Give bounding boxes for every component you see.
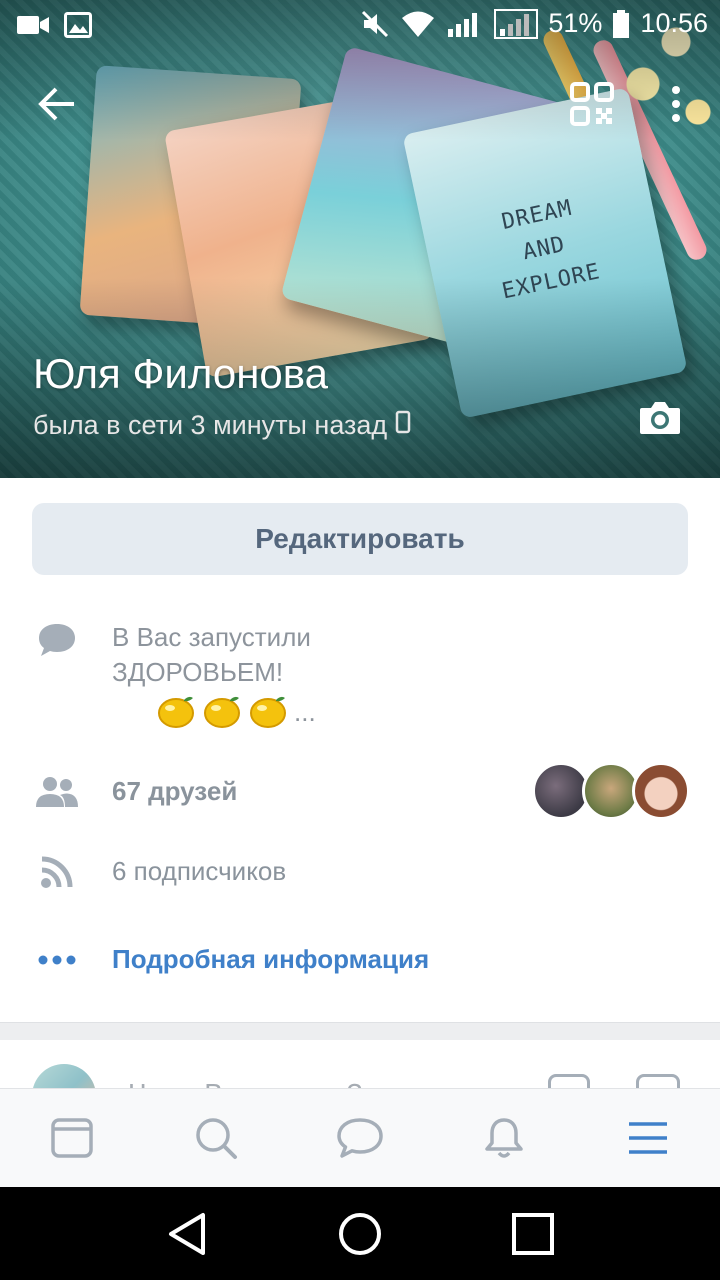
system-back-button[interactable] [157,1204,217,1264]
status-comment-icon [34,620,80,660]
edit-profile-button[interactable]: Редактировать [32,503,688,575]
notifications-icon [485,1118,523,1158]
last-seen-text: была в сети 3 минуты назад [33,410,388,440]
square-recents-icon [512,1212,555,1255]
triangle-back-icon [168,1212,205,1255]
back-button[interactable] [36,82,80,126]
menu-icon [629,1122,667,1154]
video-icon [16,12,50,38]
friends-count[interactable]: 67 друзей [112,776,237,807]
section-divider [0,1022,720,1040]
lemon-emoji-icon [158,696,194,728]
status-time: 10:56 [640,8,708,38]
back-arrow-icon [38,87,74,121]
messages-icon [337,1118,383,1158]
battery-percent: 51% [548,8,603,38]
search-icon [196,1118,237,1159]
change-cover-button[interactable] [638,398,682,438]
profile-name: Юля Филонова [33,350,328,397]
tab-news[interactable] [0,1089,144,1187]
status-line-1: В Вас запустили [112,622,311,652]
more-vertical-icon [672,86,680,122]
tab-messages[interactable] [288,1089,432,1187]
friends-avatars[interactable] [532,762,692,822]
status-bar: 51% 10:56 [0,0,720,50]
mute-icon [360,9,390,39]
image-icon [64,12,92,38]
qr-code-icon [570,82,614,126]
signal-icon [446,9,484,39]
signal-2-icon [494,8,539,39]
qr-code-button[interactable] [570,82,614,126]
tab-menu[interactable] [576,1089,720,1187]
circle-home-icon [338,1212,381,1255]
friends-icon [34,772,80,812]
friend-avatar[interactable] [632,762,690,820]
last-seen-status: была в сети 3 минуты назад [33,410,411,441]
camera-icon [640,402,680,434]
system-recents-button[interactable] [503,1204,563,1264]
profile-status-text[interactable]: В Вас запустили ЗДОРОВЬЕМ! ... [112,620,316,730]
lemon-emoji-icon [250,696,286,728]
tab-search[interactable] [144,1089,288,1187]
cover-photo[interactable]: DREAM AND EXPLORE [0,0,720,478]
profile-screen: DREAM AND EXPLORE [0,0,720,1280]
status-ellipsis: ... [294,696,316,727]
followers-count[interactable]: 6 подписчиков [112,856,286,887]
news-icon [51,1118,93,1158]
bottom-tab-bar [0,1088,720,1187]
system-home-button[interactable] [330,1204,390,1264]
system-navigation-bar [0,1187,720,1280]
status-line-2: ЗДОРОВЬЕМ! [112,657,284,687]
lemon-emoji-icon [204,696,240,728]
mobile-device-icon [395,410,411,441]
more-horizontal-icon [34,940,80,980]
battery-icon [612,9,630,39]
more-options-button[interactable] [658,82,694,126]
followers-rss-icon [34,852,80,892]
status-emojis: ... [156,694,316,730]
tab-notifications[interactable] [432,1089,576,1187]
wifi-icon [400,9,436,39]
detailed-info-link[interactable]: Подробная информация [112,944,429,975]
